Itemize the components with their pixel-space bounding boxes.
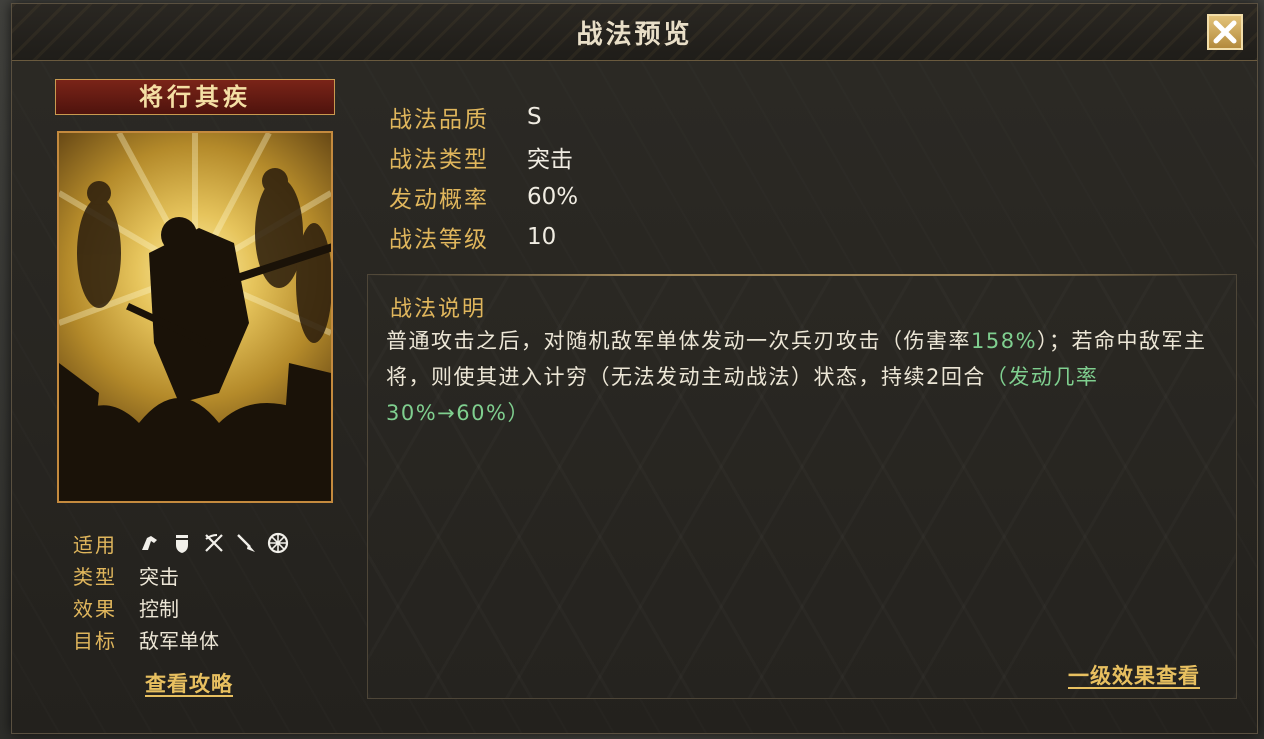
description-part: 普通攻击之后，对随机敌军单体发动一次兵刃攻击（伤害率 [386,329,971,353]
description-panel: 战法说明 普通攻击之后，对随机敌军单体发动一次兵刃攻击（伤害率158%）；若命中… [367,274,1237,699]
effect-label: 效果 [73,596,117,621]
type-row: 类型 突击 [73,559,333,591]
spear-icon [237,534,255,552]
stat-value: 60% [527,184,579,210]
type-label: 类型 [73,564,117,589]
cavalry-icon [142,536,157,550]
stat-label: 战法类型 [389,147,489,173]
stat-row-quality: 战法品质 S [389,97,578,137]
close-button[interactable] [1207,14,1243,50]
stat-row-type: 战法类型 突击 [389,137,578,177]
warriors-silhouette-art [59,133,331,501]
shield-icon [176,535,188,553]
close-x-icon [1213,20,1237,44]
skill-card-panel: 将行其疾 适用 类型 突击 效果 控制 目标 敌军单体 查看攻略 [55,79,335,729]
stat-value: S [527,104,542,130]
stat-value: 10 [527,224,557,250]
stat-label: 战法品质 [389,107,489,133]
type-value: 突击 [139,564,179,589]
effect-row: 效果 控制 [73,591,333,623]
stat-row-trigger-rate: 发动概率 60% [389,177,578,217]
stat-label: 发动概率 [389,187,489,213]
stat-row-level: 战法等级 10 [389,217,578,257]
applicable-label: 适用 [73,532,117,557]
skill-illustration [57,131,333,503]
effect-value: 控制 [139,596,179,621]
siege-wheel-icon [267,532,289,554]
target-value: 敌军单体 [139,628,219,653]
stat-value: 突击 [527,147,573,173]
skill-name-banner: 将行其疾 [55,79,335,115]
target-row: 目标 敌军单体 [73,623,333,655]
level-one-effect-link[interactable]: 一级效果查看 [1068,660,1200,690]
damage-rate-value: 158% [971,329,1038,353]
skill-info-list: 适用 类型 突击 效果 控制 目标 敌军单体 [73,527,333,655]
stat-label: 战法等级 [389,227,489,253]
unit-type-icons [139,532,289,554]
description-title: 战法说明 [390,297,487,322]
dialog-titlebar: 战法预览 [12,4,1257,61]
dialog-title: 战法预览 [576,20,693,50]
description-text: 普通攻击之后，对随机敌军单体发动一次兵刃攻击（伤害率158%）；若命中敌军主将，… [386,323,1218,431]
applicable-row: 适用 [73,527,333,559]
view-guide-link[interactable]: 查看攻略 [145,668,233,698]
skill-preview-dialog: 战法预览 将行其疾 适用 类型 突击 效果 控制 目标 敌军单体 查看攻略 战法… [11,3,1258,734]
target-label: 目标 [73,628,117,653]
skill-stats: 战法品质 S 战法类型 突击 发动概率 60% 战法等级 10 [389,97,578,257]
archer-icon [205,534,223,552]
